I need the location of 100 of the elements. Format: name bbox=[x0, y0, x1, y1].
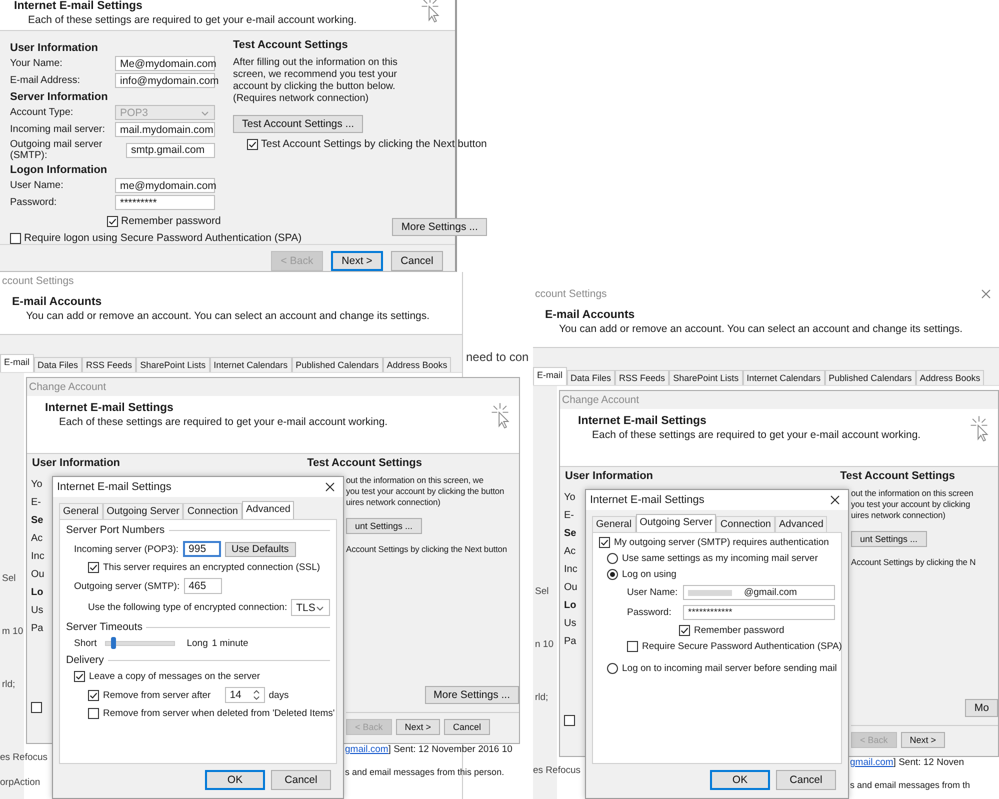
close-icon[interactable] bbox=[325, 482, 335, 492]
text-fragment: you test your account by clicking bbox=[851, 499, 970, 510]
label-fragment: Pa bbox=[564, 636, 578, 647]
label-fragment: Us bbox=[31, 605, 44, 616]
tab[interactable]: Internet Calendars bbox=[210, 357, 292, 372]
label-fragment: Ou bbox=[564, 582, 578, 593]
tab[interactable]: E-mail bbox=[0, 354, 34, 372]
checkbox[interactable] bbox=[10, 232, 21, 244]
cursor-icon bbox=[489, 402, 511, 430]
more-settings-button[interactable]: More Settings ... bbox=[392, 218, 487, 236]
group-heading: Server Timeouts bbox=[66, 621, 142, 633]
tab[interactable]: Address Books bbox=[916, 370, 984, 385]
section-description: You can add or remove an account. You can select an account and change its settings. bbox=[25, 310, 431, 322]
text-fragment: n 10 bbox=[535, 639, 554, 650]
test-settings-button[interactable]: Test Account Settings ... bbox=[233, 115, 364, 133]
section-heading: User Information bbox=[10, 42, 100, 54]
test-settings-button[interactable]: unt Settings ... bbox=[346, 518, 422, 534]
section-heading: Server Information bbox=[10, 91, 109, 103]
group-heading: Server Port Numbers bbox=[66, 524, 165, 536]
dialog-button[interactable]: Cancel bbox=[391, 251, 443, 271]
section-heading: Test Account Settings bbox=[307, 457, 422, 469]
dialog-button[interactable]: Cancel bbox=[271, 770, 331, 790]
label-fragment: E- bbox=[564, 510, 575, 521]
tab[interactable]: Data Files bbox=[566, 370, 616, 385]
text-field[interactable]: Me@mydomain.com bbox=[115, 56, 215, 71]
field-label: Incoming mail server: bbox=[10, 124, 106, 135]
tab[interactable]: Address Books bbox=[382, 357, 452, 372]
section-description: Each of these settings are required to get your e-mail account working. bbox=[58, 416, 388, 428]
dialog-title: Internet E-mail Settings bbox=[57, 481, 172, 493]
checkbox[interactable] bbox=[564, 715, 575, 726]
checkbox[interactable] bbox=[74, 671, 85, 682]
label-fragment: Ac bbox=[564, 546, 577, 557]
tab[interactable]: Internet Calendars bbox=[742, 370, 825, 385]
section-heading: Internet E-mail Settings bbox=[578, 415, 708, 427]
window-title: ccount Settings bbox=[2, 275, 74, 287]
dialog-button[interactable]: Cancel bbox=[776, 770, 836, 790]
checkbox[interactable] bbox=[247, 138, 258, 150]
tab[interactable]: SharePoint Lists bbox=[669, 370, 743, 385]
dialog-button[interactable]: OK bbox=[710, 770, 770, 790]
text-field[interactable]: me@mydomain.com bbox=[115, 178, 215, 193]
spinner-arrows-icon bbox=[252, 689, 260, 701]
slider-thumb[interactable] bbox=[110, 637, 116, 649]
section-heading: Test Account Settings bbox=[233, 39, 349, 51]
tab[interactable]: RSS Feeds bbox=[82, 357, 136, 372]
checkbox[interactable] bbox=[599, 537, 610, 548]
checkbox-label: Test Account Settings by clicking the Next button bbox=[261, 138, 487, 150]
tab[interactable]: Outgoing Server bbox=[636, 514, 716, 532]
checkbox[interactable] bbox=[679, 625, 690, 636]
checkbox[interactable] bbox=[31, 702, 42, 713]
checkbox-label: Remember password bbox=[694, 625, 784, 636]
text-fragment: you test your account by clicking the button bbox=[346, 486, 504, 498]
checkbox[interactable] bbox=[107, 216, 118, 226]
spinner-field[interactable]: 14 bbox=[224, 687, 265, 703]
section-heading: User Information bbox=[32, 457, 120, 469]
label-fragment: E- bbox=[31, 497, 42, 508]
text-field[interactable]: smtp.gmail.com bbox=[126, 142, 215, 158]
radio-button[interactable] bbox=[607, 663, 618, 674]
tab[interactable]: SharePoint Lists bbox=[136, 357, 210, 372]
checkbox[interactable] bbox=[627, 641, 638, 652]
field-label: Incoming server (POP3): bbox=[74, 544, 179, 554]
checkbox[interactable] bbox=[88, 708, 99, 719]
field-label: Outgoing mail server (SMTP): bbox=[10, 139, 104, 161]
field-label: Use the following type of encrypted connection: bbox=[88, 602, 288, 613]
dialog-button[interactable]: Next > bbox=[900, 732, 946, 748]
instruction-text: After filling out the information on this screen, we recommend you test your account by clicking the button below. (Requires network connection) bbox=[233, 57, 399, 105]
text-field[interactable]: ********* bbox=[115, 195, 215, 210]
dropdown-field[interactable]: TLS bbox=[291, 599, 330, 616]
dialog-button[interactable]: Next > bbox=[331, 251, 383, 271]
email-link[interactable]: gmail.com bbox=[345, 744, 388, 755]
close-icon[interactable] bbox=[830, 495, 840, 505]
tab[interactable]: RSS Feeds bbox=[615, 370, 670, 385]
tab[interactable]: E-mail bbox=[533, 367, 567, 385]
dialog-button[interactable]: Cancel bbox=[444, 719, 490, 735]
section-description: Each of these settings are required to get your e-mail account working. bbox=[591, 429, 921, 441]
tab[interactable]: Published Calendars bbox=[824, 370, 916, 385]
text-field[interactable]: 465 bbox=[184, 578, 222, 594]
radio-button[interactable] bbox=[607, 569, 618, 580]
radio-label: Log on using bbox=[622, 569, 676, 580]
dialog-description: Each of these settings are required to get your e-mail account working. bbox=[27, 14, 357, 26]
password-field[interactable]: ************ bbox=[683, 605, 835, 620]
label-fragment: Inc bbox=[564, 564, 578, 575]
checkbox-label: Leave a copy of messages on the server bbox=[89, 671, 260, 682]
label-fragment: Pa bbox=[31, 623, 44, 634]
dialog-button[interactable]: OK bbox=[205, 770, 265, 790]
text-field[interactable]: 995 bbox=[182, 541, 221, 557]
checkbox[interactable] bbox=[88, 562, 99, 573]
tab[interactable]: Data Files bbox=[34, 357, 82, 372]
tab[interactable]: Published Calendars bbox=[292, 357, 383, 372]
use-defaults-button[interactable]: Use Defaults bbox=[224, 542, 296, 556]
more-settings-button[interactable]: Mo bbox=[965, 699, 998, 717]
text-field[interactable]: @gmail.com bbox=[683, 585, 835, 600]
test-settings-button[interactable]: unt Settings ... bbox=[851, 531, 927, 548]
text-field[interactable]: mail.mydomain.com bbox=[115, 122, 215, 137]
dialog-title: Internet E-mail Settings bbox=[590, 494, 704, 506]
email-link[interactable]: gmail.com bbox=[850, 757, 894, 768]
more-settings-button[interactable]: More Settings ... bbox=[424, 686, 519, 704]
checkbox[interactable] bbox=[88, 690, 99, 700]
radio-button[interactable] bbox=[607, 553, 618, 564]
tab[interactable]: Advanced bbox=[242, 501, 294, 519]
dialog-button[interactable]: Next > bbox=[396, 719, 440, 735]
